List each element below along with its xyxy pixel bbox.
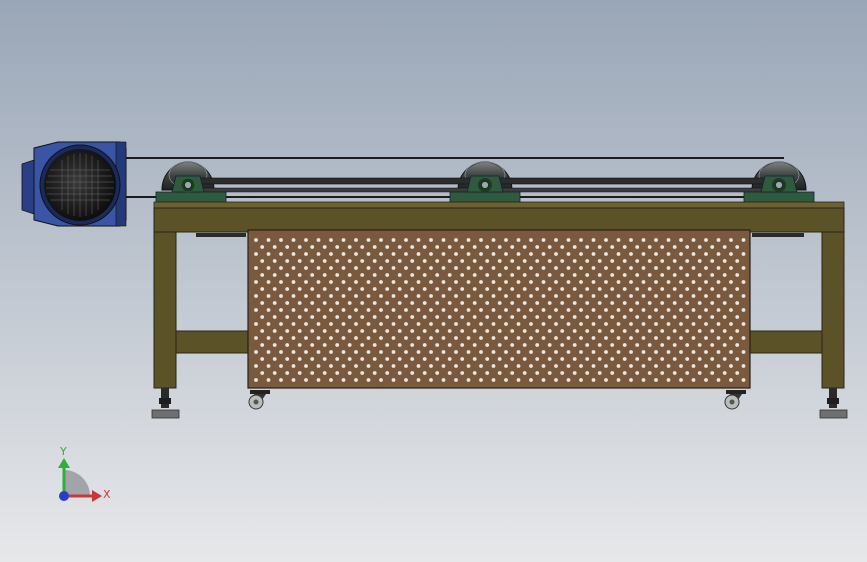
- frame-cross-beam-right[interactable]: [747, 330, 823, 354]
- perforated-panel[interactable]: [247, 229, 751, 389]
- z-axis-dot: [59, 491, 69, 501]
- y-axis-label: Y: [59, 445, 67, 458]
- frame-bracket-left: [196, 233, 246, 237]
- frame-bracket-right: [752, 233, 804, 237]
- x-axis-label: X: [103, 488, 111, 501]
- frame-top-beam[interactable]: [153, 201, 845, 233]
- frame-cross-beam-left[interactable]: [175, 330, 251, 354]
- drive-motor[interactable]: [21, 141, 127, 227]
- frame-leg-left[interactable]: [153, 231, 177, 389]
- cad-viewport[interactable]: Y X: [0, 0, 867, 562]
- frame-leg-right[interactable]: [821, 231, 845, 389]
